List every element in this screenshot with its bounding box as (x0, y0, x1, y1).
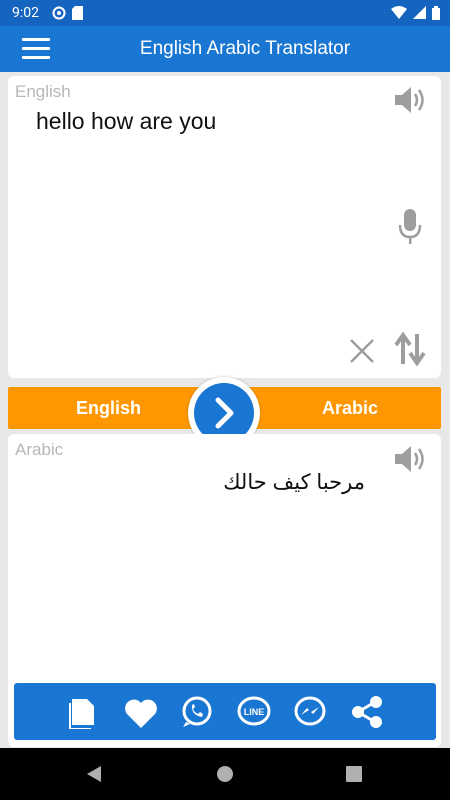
messenger-icon[interactable] (293, 695, 327, 729)
share-bar: LINE (14, 683, 436, 740)
battery-icon (432, 6, 440, 20)
copy-icon[interactable] (69, 695, 97, 729)
app-bar: English Arabic Translator (0, 26, 450, 72)
notification-icon (52, 6, 66, 20)
sd-card-icon (72, 6, 83, 20)
heart-icon[interactable] (123, 697, 159, 729)
microphone-icon[interactable] (398, 208, 422, 246)
app-title: English Arabic Translator (139, 38, 351, 59)
swap-vertical-icon[interactable] (394, 332, 426, 366)
home-icon[interactable] (216, 765, 234, 783)
status-time: 9:02 (12, 5, 39, 21)
recents-icon[interactable] (346, 766, 362, 782)
speaker-icon[interactable] (393, 443, 427, 475)
target-language-selector[interactable]: Arabic (322, 398, 378, 419)
source-panel: English hello how are you (8, 76, 441, 378)
svg-text:LINE: LINE (244, 707, 265, 717)
speaker-icon[interactable] (393, 84, 427, 116)
back-icon[interactable] (86, 765, 102, 783)
source-language-selector[interactable]: English (76, 398, 141, 419)
line-icon[interactable]: LINE (236, 695, 272, 729)
translated-text: مرحبا كيف حالك (223, 471, 365, 494)
share-icon[interactable] (350, 695, 384, 729)
chevron-right-icon (215, 397, 234, 429)
wifi-icon (391, 6, 407, 19)
target-language-label: Arabic (15, 440, 64, 459)
close-icon[interactable] (348, 337, 376, 365)
status-bar: 9:02 (0, 0, 450, 26)
whatsapp-icon[interactable] (180, 695, 214, 729)
source-language-label: English (15, 82, 71, 101)
source-text-input[interactable]: hello how are you (36, 108, 216, 135)
signal-icon (413, 6, 426, 19)
system-nav-bar (0, 748, 450, 800)
